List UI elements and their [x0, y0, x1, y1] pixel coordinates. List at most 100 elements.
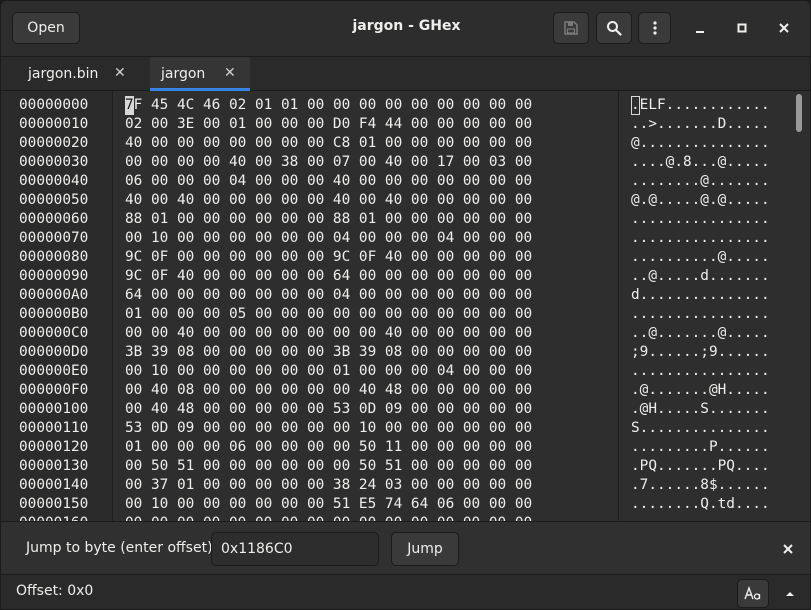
offset-label: 00000160	[19, 514, 88, 521]
open-button[interactable]: Open	[12, 12, 80, 44]
hex-row[interactable]: 01 00 00 00 06 00 00 00 00 50 11 00 00 0…	[125, 438, 532, 457]
ascii-row[interactable]: .ELF............	[631, 96, 770, 115]
hex-row[interactable]: 00 10 00 00 00 00 00 00 51 E5 74 64 06 0…	[125, 495, 532, 514]
jump-label: Jump to byte (enter offset):	[26, 540, 218, 556]
hex-row-rest: F 45 4C 46 02 01 01 00 00 00 00 00 00 00…	[133, 97, 533, 113]
maximize-button[interactable]	[729, 15, 755, 41]
pan-up-icon	[786, 592, 794, 596]
save-icon	[564, 21, 578, 35]
ascii-row[interactable]: ........@.......	[631, 172, 770, 191]
ascii-row[interactable]: .7......8$......	[631, 476, 770, 495]
hex-row[interactable]: 00 00 40 00 00 00 00 00 00 00 40 00 00 0…	[125, 324, 532, 343]
hex-row[interactable]: 00 40 08 00 00 00 00 00 00 40 48 00 00 0…	[125, 381, 532, 400]
offset-label: 00000130	[19, 458, 89, 474]
hex-row[interactable]: 00 37 01 00 00 00 00 00 38 24 03 00 00 0…	[125, 476, 532, 495]
hex-row[interactable]: 7F 45 4C 46 02 01 01 00 00 00 00 00 00 0…	[125, 96, 532, 115]
close-icon	[779, 23, 789, 33]
jump-button[interactable]: Jump	[391, 532, 459, 566]
ascii-row[interactable]: @...............	[631, 134, 770, 153]
hex-row[interactable]: 00 10 00 00 00 00 00 00 01 00 00 00 04 0…	[125, 362, 532, 381]
tab-jargon-bin[interactable]: jargon.bin ✕	[1, 57, 149, 91]
ascii-row[interactable]: ................	[631, 210, 770, 229]
hex-row[interactable]: 88 01 00 00 00 00 00 00 88 01 00 00 00 0…	[125, 210, 532, 229]
ascii-pane[interactable]: .ELF............ ..>.......D..... @.......…	[620, 91, 792, 521]
ascii-row[interactable]: ..........@.....	[631, 248, 770, 267]
hex-row[interactable]: 00 10 00 00 00 00 00 00 04 00 00 00 04 0…	[125, 229, 532, 248]
hex-row[interactable]: 9C 0F 00 00 00 00 00 00 9C 0F 40 00 00 0…	[125, 248, 532, 267]
jump-offset-input[interactable]	[211, 532, 379, 566]
tab-close-icon[interactable]: ✕	[224, 65, 236, 81]
ascii-row[interactable]: ................	[631, 514, 770, 521]
character-set-button[interactable]	[737, 579, 769, 608]
hex-row[interactable]: 00 50 51 00 00 00 00 00 00 50 51 00 00 0…	[125, 457, 532, 476]
ascii-row[interactable]: ..>.......D.....	[631, 115, 770, 134]
ascii-row[interactable]: .@.......@H.....	[631, 381, 770, 400]
hex-row[interactable]: 9C 0F 40 00 00 00 00 00 64 00 00 00 00 0…	[125, 267, 532, 286]
minimize-button[interactable]	[687, 15, 713, 41]
ascii-row[interactable]: @.@.....@.@.....	[631, 191, 770, 210]
offset-label: 00000040	[19, 173, 89, 189]
scrollbar-thumb[interactable]	[796, 94, 802, 132]
offset-label: 00000110	[19, 420, 89, 436]
offset-label: 00000080	[19, 249, 89, 265]
close-jump-bar-button[interactable]	[777, 538, 799, 560]
hex-editor-view[interactable]: 00000000 00000010 00000020 00000030 00000040…	[1, 91, 810, 521]
hex-pane[interactable]: 7F 45 4C 46 02 01 01 00 00 00 00 00 00 0…	[113, 91, 619, 521]
ascii-row[interactable]: ................	[631, 362, 770, 381]
save-button[interactable]	[553, 12, 589, 44]
ascii-row[interactable]: .@H.....S.......	[631, 400, 770, 419]
ascii-row[interactable]: S...............	[631, 419, 770, 438]
search-button[interactable]	[596, 12, 632, 44]
hex-row[interactable]: 00 00 00 00 00 00 00 00 00 00 00 00 00 0…	[125, 514, 532, 521]
tab-close-icon[interactable]: ✕	[114, 65, 126, 81]
offset-label: 00000060	[19, 211, 89, 227]
hex-row[interactable]: 00 00 00 00 40 00 38 00 07 00 40 00 17 0…	[125, 153, 532, 172]
hex-row[interactable]: 3B 39 08 00 00 00 00 00 3B 39 08 00 00 0…	[125, 343, 532, 362]
close-window-button[interactable]	[771, 15, 797, 41]
tab-jargon[interactable]: jargon ✕	[150, 57, 250, 91]
hex-row[interactable]: 53 0D 09 00 00 00 00 00 00 10 00 00 00 0…	[125, 419, 532, 438]
header-bar: Open jargon - GHex	[1, 1, 810, 57]
ascii-row[interactable]: ....@.8...@.....	[631, 153, 770, 172]
offset-label: 000000B0	[19, 306, 89, 322]
offset-label: 00000030	[19, 154, 89, 170]
ascii-row[interactable]: .PQ.......PQ....	[631, 457, 770, 476]
offset-label: 000000A0	[19, 287, 89, 303]
ascii-row[interactable]: d...............	[631, 286, 770, 305]
ascii-row[interactable]: ................	[631, 229, 770, 248]
offset-label: 00000150	[19, 496, 89, 512]
hex-row[interactable]: 64 00 00 00 00 00 00 00 04 00 00 00 00 0…	[125, 286, 532, 305]
main-menu-button[interactable]	[638, 12, 671, 44]
maximize-icon	[737, 23, 747, 33]
offset-label: 00000010	[19, 116, 89, 132]
offset-label: 000000F0	[19, 382, 89, 398]
hex-row[interactable]: 06 00 00 00 04 00 00 00 40 00 00 00 00 0…	[125, 172, 532, 191]
search-icon	[607, 21, 622, 36]
offset-label: 00000120	[19, 439, 89, 455]
cursor-char: 7	[125, 97, 134, 113]
ascii-row[interactable]: ..@.....d.......	[631, 267, 770, 286]
hex-row[interactable]: 40 00 40 00 00 00 00 00 40 00 40 00 00 0…	[125, 191, 532, 210]
hex-row[interactable]: 02 00 3E 00 01 00 00 00 D0 F4 44 00 00 0…	[125, 115, 532, 134]
ascii-row[interactable]: ..@.......@.....	[631, 324, 770, 343]
expand-panel-button[interactable]	[779, 583, 801, 605]
ascii-row[interactable]: ........Q.td....	[631, 495, 770, 514]
offset-label: 000000E0	[19, 363, 89, 379]
hex-row[interactable]: 40 00 00 00 00 00 00 00 C8 01 00 00 00 0…	[125, 134, 532, 153]
offset-label: 00000000	[19, 97, 89, 113]
ascii-row[interactable]: .........P......	[631, 438, 770, 457]
status-bar: Offset: 0x0	[1, 574, 810, 609]
offset-status: Offset: 0x0	[16, 583, 94, 599]
offset-label: 000000D0	[19, 344, 89, 360]
vertical-scrollbar[interactable]	[792, 91, 810, 521]
close-icon	[783, 544, 793, 554]
offset-label: 00000090	[19, 268, 89, 284]
offset-column: 00000000 00000010 00000020 00000030 00000040…	[1, 91, 113, 521]
font-aa-icon	[744, 585, 761, 600]
ascii-row[interactable]: ................	[631, 305, 770, 324]
kebab-menu-icon	[652, 21, 657, 35]
offset-label: 000000C0	[19, 325, 89, 341]
hex-row[interactable]: 01 00 00 00 05 00 00 00 00 00 00 00 00 0…	[125, 305, 532, 324]
ascii-row[interactable]: ;9......;9......	[631, 343, 770, 362]
hex-row[interactable]: 00 40 48 00 00 00 00 00 53 0D 09 00 00 0…	[125, 400, 532, 419]
